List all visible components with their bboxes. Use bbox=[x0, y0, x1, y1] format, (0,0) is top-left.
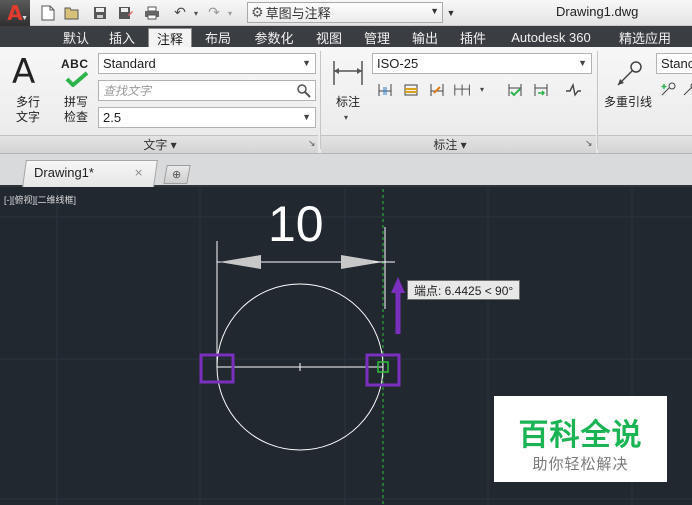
multileader-icon bbox=[617, 61, 642, 86]
tab-plugins[interactable]: 插件 bbox=[452, 28, 494, 47]
chevron-down-icon[interactable]: ▾ bbox=[222, 5, 238, 21]
tab-autodesk-360[interactable]: Autodesk 360 bbox=[500, 28, 602, 47]
chevron-down-icon[interactable]: ▾ bbox=[480, 85, 484, 94]
workspace-label: 草图与注释 bbox=[265, 6, 331, 21]
tab-insert[interactable]: 插入 bbox=[102, 28, 142, 47]
dim-inspect-icon[interactable] bbox=[427, 80, 447, 100]
file-tab-label[interactable]: Drawing1* bbox=[34, 165, 94, 180]
close-icon[interactable]: × bbox=[134, 166, 143, 179]
leader-panel-title-bar bbox=[598, 135, 692, 153]
new-icon[interactable] bbox=[40, 5, 56, 21]
chevron-down-icon: ▼ bbox=[302, 58, 311, 68]
autocad-window: A ▼ ↶ ▾ ↷ ▾ ⚙ 草图与注释 ▼ ▼ Drawing1.dwg 默认 … bbox=[0, 0, 692, 505]
abc-label: ABC bbox=[61, 57, 89, 71]
dim-update-icon[interactable] bbox=[505, 80, 525, 100]
watermark-title: 百科全说 bbox=[518, 418, 643, 453]
annotation-arrowhead bbox=[391, 277, 405, 293]
text-style-value: Standard bbox=[103, 56, 156, 71]
spell-check-icon: ABC bbox=[61, 57, 93, 89]
chevron-down-icon: ▼ bbox=[578, 58, 587, 68]
text-style-dropdown[interactable]: Standard ▼ bbox=[98, 53, 316, 74]
application-menu-button[interactable]: A ▼ bbox=[0, 0, 30, 26]
crosshair-cursor bbox=[373, 250, 395, 274]
dimension-arrow-left bbox=[219, 255, 261, 269]
remove-leader-icon[interactable] bbox=[680, 80, 692, 100]
text-height-dropdown[interactable]: 2.5 ▼ bbox=[98, 107, 316, 128]
workspace-dropdown[interactable]: ⚙ 草图与注释 ▼ bbox=[247, 2, 443, 23]
tab-annotate[interactable]: 注释 bbox=[148, 28, 192, 47]
dimension-value-text: 10 bbox=[268, 196, 324, 252]
text-height-value: 2.5 bbox=[103, 110, 122, 125]
text-panel-launcher-icon[interactable]: ↘ bbox=[308, 138, 316, 149]
multiline-text-label: 文字 bbox=[15, 110, 40, 124]
find-text-input[interactable]: 查找文字 bbox=[98, 80, 316, 101]
dynamic-input-tooltip: 端点: 6.4425 < 90° bbox=[407, 280, 521, 300]
multiline-text-label: 多行 bbox=[15, 95, 40, 109]
watermark-subtitle: 助你轻松解决 bbox=[532, 455, 629, 473]
title-bar: A ▼ ↶ ▾ ↷ ▾ ⚙ 草图与注释 ▼ ▼ Drawing1.dwg bbox=[0, 0, 692, 26]
file-tab-bar: Drawing1* × ⊕ bbox=[0, 154, 692, 187]
spell-check-label: 检查 bbox=[63, 110, 88, 124]
chevron-down-icon: ▾ bbox=[344, 113, 349, 122]
gear-icon: ⚙ bbox=[251, 4, 264, 21]
plot-icon[interactable] bbox=[144, 5, 160, 21]
dim-reassociate-icon[interactable] bbox=[531, 80, 551, 100]
open-icon[interactable] bbox=[64, 5, 80, 21]
add-leader-icon[interactable] bbox=[658, 80, 678, 100]
dimension-label: 标注 bbox=[335, 95, 360, 109]
ribbon-tab-bar: 默认 插入 注释 布局 参数化 视图 管理 输出 插件 Autodesk 360… bbox=[0, 26, 692, 47]
multileader-label: 多重引线 bbox=[603, 95, 652, 109]
new-tab-button[interactable]: ⊕ bbox=[163, 165, 191, 184]
leader-style-value: Stanc bbox=[661, 56, 692, 71]
tab-featured-apps[interactable]: 精选应用 bbox=[610, 28, 680, 47]
chevron-down-icon: ▼ bbox=[21, 15, 28, 22]
multileader-button[interactable]: 多重引线 bbox=[600, 53, 656, 133]
tab-layout[interactable]: 布局 bbox=[198, 28, 238, 47]
tab-parametric[interactable]: 参数化 bbox=[246, 28, 302, 47]
chevron-down-icon: ▼ bbox=[302, 112, 311, 122]
dimension-button[interactable]: 标注 ▾ bbox=[328, 53, 368, 133]
text-panel-title[interactable]: 文字 ▾ bbox=[110, 136, 210, 152]
undo-icon[interactable]: ↶ bbox=[172, 5, 188, 21]
watermark-logo: 百科全说 助你轻松解决 bbox=[494, 396, 667, 482]
spell-check-button[interactable]: ABC 拼写 检查 bbox=[56, 53, 96, 133]
text-a-icon: A bbox=[12, 52, 36, 92]
dimension-style-dropdown[interactable]: ISO-25 ▼ bbox=[372, 53, 592, 74]
dimension-panel-launcher-icon[interactable]: ↘ bbox=[585, 138, 593, 149]
dimension-panel-title-label: 标注 bbox=[433, 138, 458, 152]
dimension-panel-title[interactable]: 标注 ▾ bbox=[400, 136, 500, 152]
text-panel-title-label: 文字 bbox=[143, 138, 168, 152]
find-text-placeholder: 查找文字 bbox=[103, 84, 152, 98]
save-icon[interactable] bbox=[92, 5, 108, 21]
dim-adjust-space-icon[interactable] bbox=[401, 80, 421, 100]
spell-check-label: 拼写 bbox=[63, 95, 88, 109]
chevron-down-icon[interactable]: ▾ bbox=[188, 5, 204, 21]
ribbon-panel: 文字 ▾ ↘ A 多行 文字 ABC 拼写 检查 Standard ▼ 查找文字… bbox=[0, 47, 692, 154]
tab-view[interactable]: 视图 bbox=[310, 28, 348, 47]
tab-default[interactable]: 默认 bbox=[56, 28, 96, 47]
chevron-down-icon: ▼ bbox=[430, 6, 439, 16]
multiline-text-button[interactable]: A 多行 文字 bbox=[8, 53, 48, 133]
document-title: Drawing1.dwg bbox=[556, 4, 639, 19]
viewport-controls-label[interactable]: [-][俯视][二维线框] bbox=[4, 193, 76, 206]
tab-manage[interactable]: 管理 bbox=[356, 28, 398, 47]
dim-break-icon[interactable] bbox=[375, 80, 395, 100]
leader-style-dropdown[interactable]: Stanc bbox=[656, 53, 692, 74]
plus-icon: ⊕ bbox=[172, 168, 182, 181]
customize-qat-button[interactable]: ▼ bbox=[445, 4, 457, 22]
dim-jog-icon[interactable] bbox=[563, 80, 583, 100]
linear-dimension-icon bbox=[333, 61, 363, 85]
tab-output[interactable]: 输出 bbox=[404, 28, 446, 47]
dimension-style-value: ISO-25 bbox=[377, 56, 419, 71]
redo-icon[interactable]: ↷ bbox=[206, 5, 222, 21]
center-mark bbox=[296, 363, 304, 371]
save-as-icon[interactable] bbox=[118, 5, 134, 21]
find-text-icon[interactable] bbox=[296, 83, 312, 101]
dim-continue-icon[interactable] bbox=[453, 80, 473, 100]
